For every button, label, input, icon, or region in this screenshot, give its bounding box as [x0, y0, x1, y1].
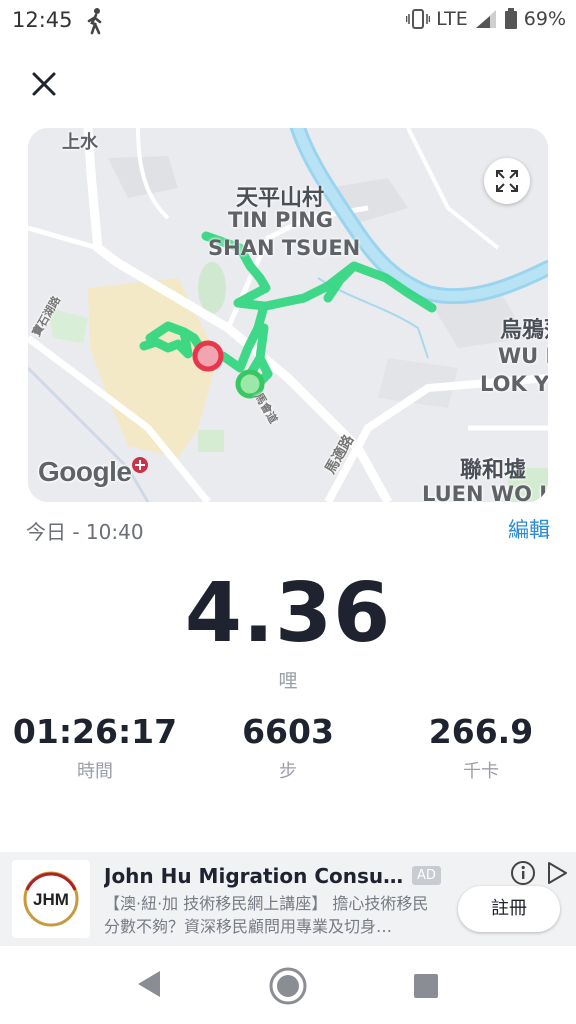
map-label-tin-ping-en1: TIN PING	[228, 208, 334, 232]
map-label-sheung-shui: 上水	[62, 132, 98, 153]
battery-level: 69%	[523, 8, 566, 30]
map-label-wu-en1: WU N	[498, 344, 548, 368]
stat-duration: 01:26:17 時間	[0, 712, 190, 783]
ad-logo: JHM	[12, 860, 90, 938]
status-time: 12:45	[12, 8, 73, 32]
close-button[interactable]	[26, 66, 62, 102]
adchoices-icon[interactable]	[544, 860, 570, 886]
close-icon	[32, 72, 56, 96]
route-map[interactable]: 上水 天平山村 TIN PING SHAN TSUEN 烏鴉落 WU N LOK…	[28, 128, 548, 502]
duration-label: 時間	[77, 761, 113, 782]
ad-logo-text: JHM	[33, 890, 69, 909]
map-label-tin-ping-en2: SHAN TSUEN	[208, 236, 361, 260]
end-marker	[192, 340, 224, 372]
expand-map-button[interactable]	[484, 158, 530, 204]
calories-value: 266.9	[428, 712, 534, 751]
info-icon[interactable]	[510, 860, 536, 886]
recents-icon[interactable]	[412, 972, 440, 1000]
ad-register-button[interactable]: 註冊	[458, 886, 560, 932]
status-icons: LTE 69%	[406, 8, 566, 30]
calories-label: 千卡	[463, 761, 499, 782]
ad-badge: AD	[412, 866, 441, 885]
stat-steps: 6603 步	[193, 712, 383, 783]
battery-icon	[504, 8, 517, 29]
signal-icon	[475, 10, 496, 28]
steps-label: 步	[279, 761, 297, 782]
map-label-wu-zh: 烏鴉落	[500, 318, 548, 343]
map-label-luen-en: LUEN WO H	[422, 482, 548, 502]
activity-date: 今日 - 10:40	[26, 520, 144, 544]
google-logo: Google	[38, 456, 132, 487]
map-label-luen-zh: 聯和墟	[460, 458, 527, 483]
distance-value: 4.36	[184, 566, 392, 661]
ad-body: 【澳·紐·加 技術移民網上講座】 擔心技術移民分數不夠？資深移民顧問用專業及切身…	[104, 894, 429, 936]
ad-title[interactable]: John Hu Migration Consultin…	[104, 864, 404, 888]
ad-banner[interactable]: JHM John Hu Migration Consultin… AD 【澳·紐…	[0, 852, 576, 946]
system-nav-bar	[0, 946, 576, 1024]
vibrate-icon	[406, 9, 431, 29]
network-type: LTE	[436, 8, 468, 30]
expand-icon	[496, 170, 518, 192]
edit-button[interactable]: 編輯	[508, 514, 550, 544]
home-icon[interactable]	[268, 966, 308, 1006]
duration-value: 01:26:17	[12, 712, 178, 751]
distance-unit: 哩	[278, 670, 298, 692]
map-label-wu-en2: LOK YI	[480, 372, 548, 396]
stat-calories: 266.9 千卡	[386, 712, 576, 783]
steps-value: 6603	[242, 712, 334, 751]
walk-icon	[87, 8, 102, 35]
status-bar: 12:45 LTE 69%	[0, 0, 576, 44]
back-icon[interactable]	[134, 966, 164, 1002]
